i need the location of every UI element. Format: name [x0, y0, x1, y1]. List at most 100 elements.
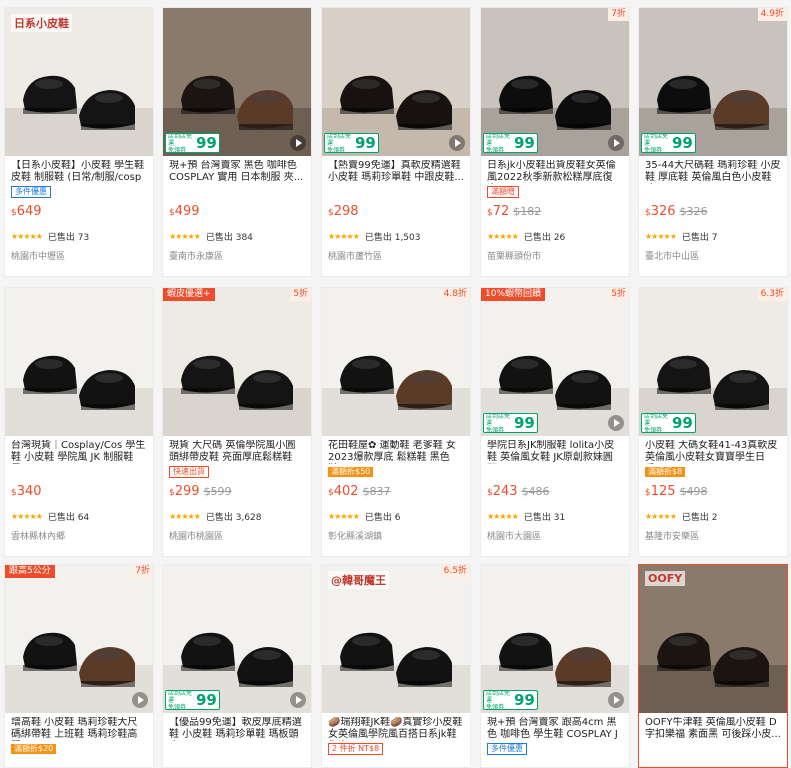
coupon-amount: 99	[514, 134, 535, 152]
product-thumbnail[interactable]: 4.8折	[322, 288, 470, 436]
play-icon[interactable]	[290, 692, 306, 708]
price-row: $298	[328, 204, 464, 222]
badge-row: 滿額折$50	[328, 464, 464, 480]
product-thumbnail[interactable]: 日系小皮鞋	[5, 8, 153, 156]
play-icon[interactable]	[290, 135, 306, 151]
product-thumbnail[interactable]: 7折 跟高5公分	[5, 565, 153, 713]
product-card[interactable]: 4.8折 花田鞋屋✿ 運動鞋 老爹鞋 女 2023爆款厚底 鬆糕鞋 黑色鞋...…	[321, 287, 471, 557]
rating-row: ★★★★★ 已售出 26	[487, 229, 623, 243]
star-rating-icon: ★★★★★	[487, 231, 519, 241]
product-card[interactable]: 日系小皮鞋 【日系小皮鞋】小皮鞋 學生鞋 皮鞋 制服鞋 (日常/制服/cospl…	[4, 7, 154, 277]
product-thumbnail[interactable]: 店到店免運 免領券 99	[163, 8, 311, 156]
coupon-amount: 99	[514, 414, 535, 432]
product-title[interactable]: 日系jk小皮鞋出貨皮鞋女英倫風2022秋季新款松糕厚底復古...	[487, 160, 623, 184]
product-title[interactable]: 小皮鞋 大碼女鞋41-43真軟皮 英倫風小皮鞋女寶寶學生日系...	[645, 440, 781, 464]
play-icon[interactable]	[608, 415, 624, 431]
product-title[interactable]: 【熱賣99免運】真軟皮精選鞋 小皮鞋 瑪莉珍單鞋 中跟皮鞋...	[328, 160, 464, 184]
price-row: $649	[11, 204, 147, 222]
shop-location: 雲林縣林內鄉	[11, 532, 66, 542]
shop-location: 臺南市永康區	[169, 252, 224, 262]
product-title[interactable]: 學院日系JK制服鞋 lolita小皮鞋 英倫風女鞋 JK原創款妹圓頭...	[487, 440, 623, 464]
product-thumbnail[interactable]: @韓哥魔王 6.5折	[322, 565, 470, 713]
sold-count: 已售出 1,503	[364, 232, 421, 243]
badge-row: 多件優惠	[487, 741, 623, 757]
shop-location: 桃園市蘆竹區	[328, 252, 383, 262]
shop-location: 桃園市桃園區	[169, 532, 224, 542]
coupon-line2: 免領券	[486, 703, 505, 711]
product-thumbnail[interactable]: 店到店免運 免領券 99	[481, 565, 629, 713]
product-info: 現+預 台灣賣家 黑色 咖啡色 COSPLAY 實用 日本制服 夾... $49…	[163, 156, 311, 263]
product-card[interactable]: 店到店免運 免領券 99 【優品99免運】軟皮厚底精選鞋 小皮鞋 瑪莉珍單鞋 瑪板頭…	[162, 564, 312, 768]
free-shipping-coupon: 店到店免運 免領券 99	[641, 133, 696, 154]
product-thumbnail[interactable]: 5折 蝦皮優選+	[163, 288, 311, 436]
promo-badge: 滿額贈	[487, 186, 519, 198]
price: $125	[645, 484, 676, 499]
coupon-line2: 免領券	[168, 703, 187, 711]
product-card[interactable]: @韓哥魔王 6.5折 🥔瑞翔鞋JK鞋🥔真實珍小皮鞋 女英倫風學院風百搭日系jk鞋復…	[321, 564, 471, 768]
product-info: OOFY牛津鞋 英倫風小皮鞋 D字扣樂福 素面黑 可後踩小皮...	[639, 713, 787, 757]
free-shipping-coupon: 店到店免運 免領券 99	[641, 412, 696, 434]
original-price: $498	[679, 485, 708, 498]
rating-row: ★★★★★ 已售出 31	[487, 509, 623, 523]
product-title[interactable]: 【優品99免運】軟皮厚底精選鞋 小皮鞋 瑪莉珍單鞋 瑪板頭古...	[169, 717, 305, 741]
product-thumbnail[interactable]: 6.3折 店到店免運 免領券 99	[639, 288, 787, 436]
rating-row: ★★★★★ 已售出 6	[328, 509, 464, 523]
badge-row	[645, 741, 781, 757]
product-title[interactable]: OOFY牛津鞋 英倫風小皮鞋 D字扣樂福 素面黑 可後踩小皮...	[645, 717, 781, 741]
discount-badge: 6.5折	[440, 565, 470, 578]
coupon-line2: 免領券	[644, 426, 663, 434]
star-rating-icon: ★★★★★	[328, 511, 360, 521]
star-rating-icon: ★★★★★	[645, 231, 677, 241]
product-thumbnail[interactable]: OOFY	[639, 565, 787, 713]
coupon-amount: 99	[514, 691, 535, 709]
product-title[interactable]: 增高鞋 小皮鞋 瑪莉珍鞋大尺碼綁帶鞋 上班鞋 瑪莉珍鞋高跟...	[11, 717, 147, 741]
coupon-line1: 店到店免運	[644, 412, 669, 427]
original-price: $837	[362, 485, 391, 498]
price: $298	[328, 204, 359, 219]
product-title[interactable]: 現+預 台灣賣家 跟高4cm 黑色 咖啡色 學生鞋 COSPLAY JK ...	[487, 717, 623, 741]
play-icon[interactable]	[132, 692, 148, 708]
product-thumbnail[interactable]: 4.9折 店到店免運 免領券 99	[639, 8, 787, 156]
product-thumbnail[interactable]	[5, 288, 153, 436]
product-title[interactable]: 花田鞋屋✿ 運動鞋 老爹鞋 女 2023爆款厚底 鬆糕鞋 黑色鞋...	[328, 440, 464, 464]
product-title[interactable]: 🥔瑞翔鞋JK鞋🥔真實珍小皮鞋 女英倫風學院風百搭日系jk鞋復古...	[328, 717, 464, 741]
badge-row	[169, 184, 305, 200]
product-thumbnail[interactable]: 店到店免運 免領券 99	[163, 565, 311, 713]
star-rating-icon: ★★★★★	[11, 231, 43, 241]
product-card[interactable]: 店到店免運 免領券 99 現+預 台灣賣家 黑色 咖啡色 COSPLAY 實用 日本…	[162, 7, 312, 277]
product-title[interactable]: 台灣現貨｜Cosplay/Cos 學生鞋 小皮鞋 學院風 JK 制服鞋 黑...	[11, 440, 147, 464]
coupon-amount: 99	[672, 134, 693, 152]
product-card[interactable]: 店到店免運 免領券 99 現+預 台灣賣家 跟高4cm 黑色 咖啡色 學生鞋 COS…	[480, 564, 630, 768]
product-thumbnail[interactable]: 7折 店到店免運 免領券 99	[481, 8, 629, 156]
product-card[interactable]: 5折 蝦皮優選+ 現貨 大尺碼 英倫學院風小圓頭綁帶皮鞋 亮面厚底鬆糕鞋 日...…	[162, 287, 312, 557]
product-title[interactable]: 現+預 台灣賣家 黑色 咖啡色 COSPLAY 實用 日本制服 夾...	[169, 160, 305, 184]
product-info: 【優品99免運】軟皮厚底精選鞋 小皮鞋 瑪莉珍單鞋 瑪板頭古...	[163, 713, 311, 757]
product-title[interactable]: 【日系小皮鞋】小皮鞋 學生鞋 皮鞋 制服鞋 (日常/制服/cospl...	[11, 160, 147, 184]
coupon-line2: 免領券	[486, 426, 505, 434]
price-row: $340	[11, 484, 147, 502]
play-icon[interactable]	[608, 692, 624, 708]
product-card[interactable]: 7折 跟高5公分 增高鞋 小皮鞋 瑪莉珍鞋大尺碼綁帶鞋 上班鞋 瑪莉珍鞋高跟...…	[4, 564, 154, 768]
product-info: 增高鞋 小皮鞋 瑪莉珍鞋大尺碼綁帶鞋 上班鞋 瑪莉珍鞋高跟... 滿額折$20	[5, 713, 153, 757]
product-card[interactable]: 台灣現貨｜Cosplay/Cos 學生鞋 小皮鞋 學院風 JK 制服鞋 黑...…	[4, 287, 154, 557]
product-card[interactable]: 店到店免運 免領券 99 【熱賣99免運】真軟皮精選鞋 小皮鞋 瑪莉珍單鞋 中跟皮鞋…	[321, 7, 471, 277]
product-title[interactable]: 現貨 大尺碼 英倫學院風小圓頭綁帶皮鞋 亮面厚底鬆糕鞋 日...	[169, 440, 305, 464]
product-card[interactable]: 7折 店到店免運 免領券 99 日系jk小皮鞋出貨皮鞋女英倫風2022秋季新款松糕厚底…	[480, 7, 630, 277]
play-icon[interactable]	[449, 135, 465, 151]
original-price: $326	[679, 205, 708, 218]
sold-count: 已售出 384	[205, 232, 253, 243]
play-icon[interactable]	[608, 135, 624, 151]
product-info: 日系jk小皮鞋出貨皮鞋女英倫風2022秋季新款松糕厚底復古... 滿額贈 $72…	[481, 156, 629, 263]
product-info: 台灣現貨｜Cosplay/Cos 學生鞋 小皮鞋 學院風 JK 制服鞋 黑...…	[5, 436, 153, 543]
product-card[interactable]: 5折 10%蝦幣回饋 店到店免運 免領券 99 學院日系JK制服鞋 lolita小皮鞋 …	[480, 287, 630, 557]
product-title[interactable]: 35-44大尺碼鞋 瑪莉珍鞋 小皮鞋 厚底鞋 英倫風白色小皮鞋 珍...	[645, 160, 781, 184]
product-thumbnail[interactable]: 店到店免運 免領券 99	[322, 8, 470, 156]
product-card[interactable]: 6.3折 店到店免運 免領券 99 小皮鞋 大碼女鞋41-43真軟皮 英倫風小皮鞋女寶…	[638, 287, 788, 557]
product-card[interactable]: OOFY OOFY牛津鞋 英倫風小皮鞋 D字扣樂福 素面黑 可後踩小皮...	[638, 564, 788, 768]
original-price: $486	[521, 485, 550, 498]
product-card[interactable]: 4.9折 店到店免運 免領券 99 35-44大尺碼鞋 瑪莉珍鞋 小皮鞋 厚底鞋 英倫…	[638, 7, 788, 277]
promo-badge: 滿額折$20	[11, 744, 57, 754]
coupon-line2: 免領券	[486, 146, 505, 154]
product-thumbnail[interactable]: 5折 10%蝦幣回饋 店到店免運 免領券 99	[481, 288, 629, 436]
image-caption: OOFY	[645, 571, 686, 586]
